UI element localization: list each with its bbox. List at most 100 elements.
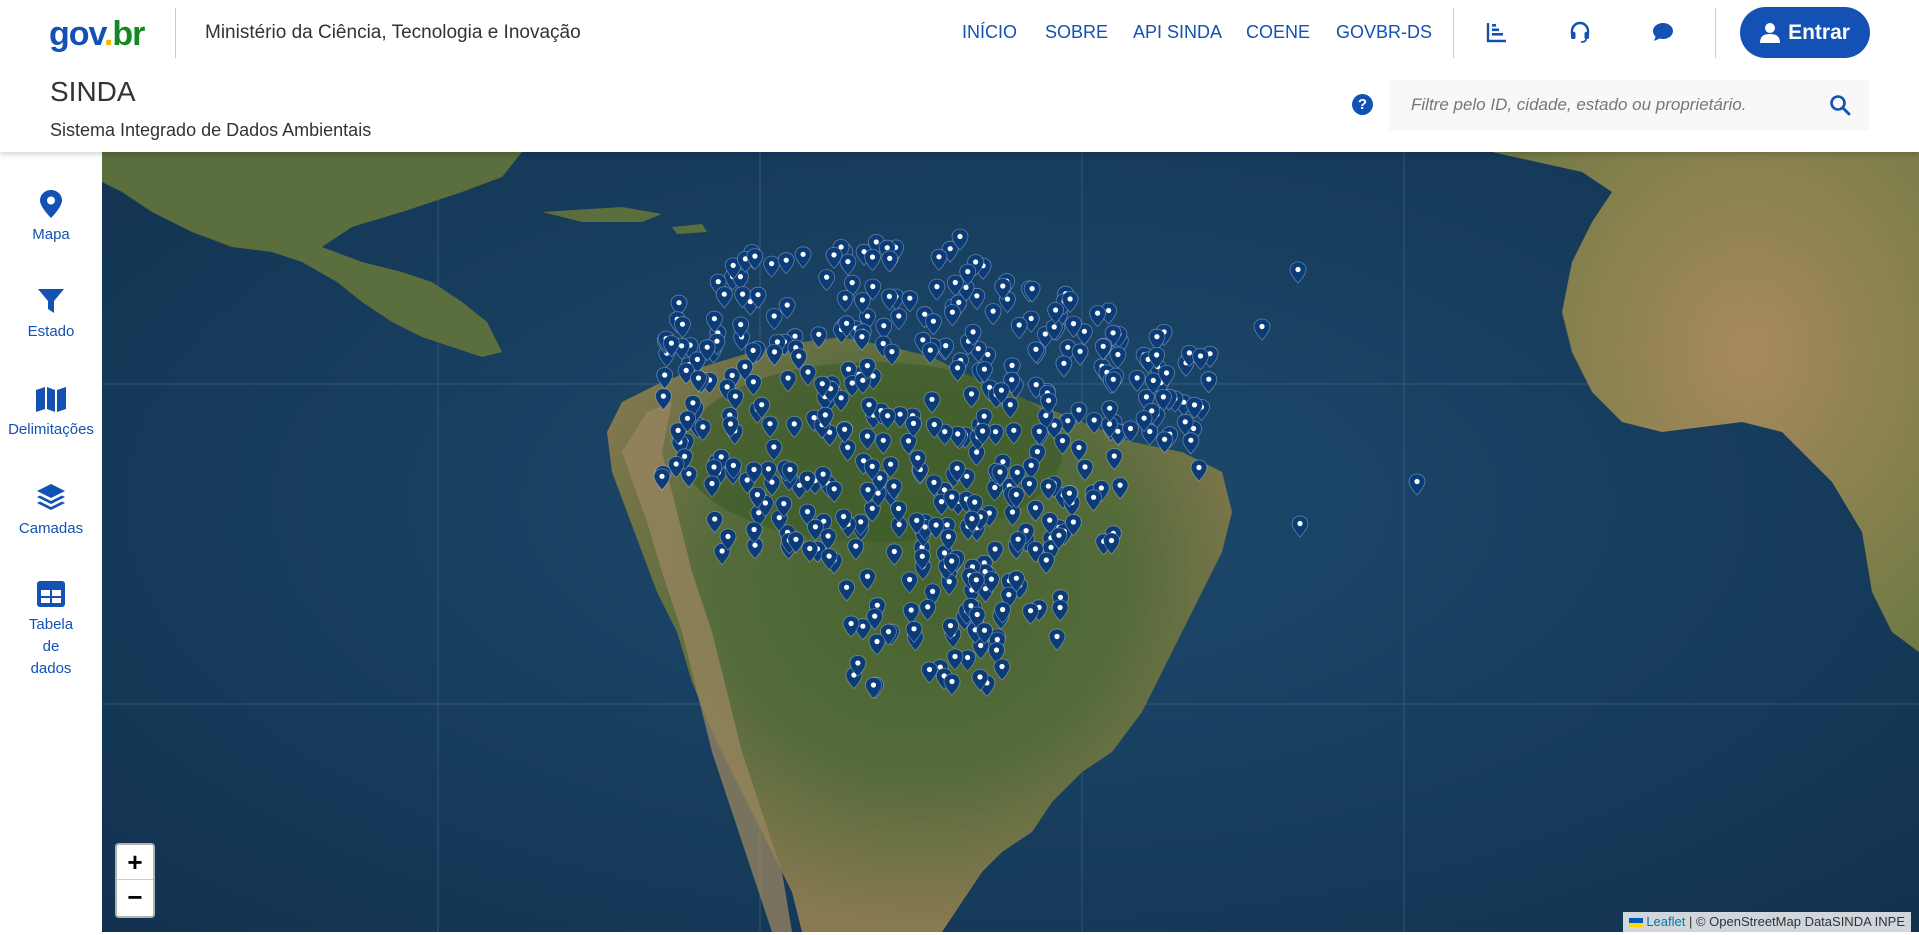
station-marker[interactable] bbox=[1089, 305, 1106, 328]
station-marker[interactable] bbox=[839, 253, 857, 276]
station-marker[interactable] bbox=[864, 249, 881, 272]
station-marker[interactable] bbox=[984, 303, 1002, 326]
station-marker[interactable] bbox=[842, 615, 860, 638]
help-icon[interactable]: ? bbox=[1352, 94, 1373, 115]
station-marker[interactable] bbox=[1291, 515, 1309, 538]
station-marker[interactable] bbox=[847, 538, 865, 561]
station-marker[interactable] bbox=[1004, 504, 1021, 527]
station-marker[interactable] bbox=[901, 290, 919, 313]
nav-coene[interactable]: COENE bbox=[1246, 22, 1310, 43]
station-marker[interactable] bbox=[763, 255, 780, 278]
station-marker[interactable] bbox=[925, 313, 942, 336]
station-marker[interactable] bbox=[885, 543, 903, 566]
station-marker[interactable] bbox=[766, 343, 783, 366]
station-marker[interactable] bbox=[1027, 499, 1044, 522]
station-marker[interactable] bbox=[859, 428, 876, 451]
station-marker[interactable] bbox=[1182, 432, 1200, 455]
station-marker[interactable] bbox=[680, 465, 698, 488]
station-marker[interactable] bbox=[921, 342, 939, 365]
chat-icon[interactable] bbox=[1651, 20, 1675, 44]
station-marker[interactable] bbox=[879, 407, 896, 430]
station-marker[interactable] bbox=[946, 648, 964, 671]
station-marker[interactable] bbox=[859, 568, 876, 591]
station-marker[interactable] bbox=[761, 415, 779, 438]
station-marker[interactable] bbox=[653, 468, 671, 491]
station-marker[interactable] bbox=[1022, 602, 1039, 625]
station-marker[interactable] bbox=[921, 661, 938, 684]
station-marker[interactable] bbox=[810, 326, 828, 349]
station-marker[interactable] bbox=[853, 328, 871, 351]
station-marker[interactable] bbox=[1289, 261, 1307, 284]
station-marker[interactable] bbox=[765, 308, 783, 331]
station-marker[interactable] bbox=[785, 415, 803, 438]
station-marker[interactable] bbox=[1071, 343, 1089, 366]
station-marker[interactable] bbox=[825, 247, 843, 269]
station-marker[interactable] bbox=[874, 432, 892, 455]
station-marker[interactable] bbox=[881, 250, 899, 273]
station-marker[interactable] bbox=[963, 385, 980, 408]
station-marker[interactable] bbox=[901, 571, 918, 594]
station-marker[interactable] bbox=[928, 278, 946, 301]
station-marker[interactable] bbox=[1094, 338, 1112, 361]
station-marker[interactable] bbox=[943, 673, 961, 696]
station-marker[interactable] bbox=[1076, 458, 1094, 481]
station-marker[interactable] bbox=[794, 246, 812, 269]
station-marker[interactable] bbox=[919, 598, 937, 621]
station-marker[interactable] bbox=[836, 421, 853, 444]
station-marker[interactable] bbox=[1010, 317, 1028, 340]
sidebar-item-mapa[interactable]: Mapa bbox=[0, 190, 102, 246]
station-marker[interactable] bbox=[1156, 431, 1173, 454]
station-marker[interactable] bbox=[777, 252, 795, 275]
chart-icon[interactable] bbox=[1485, 20, 1509, 44]
sidebar-item-camadas[interactable]: Camadas bbox=[0, 482, 102, 540]
station-marker[interactable] bbox=[1055, 355, 1073, 378]
station-marker[interactable] bbox=[706, 511, 724, 534]
station-marker[interactable] bbox=[1085, 489, 1102, 512]
map-view[interactable] bbox=[102, 152, 1919, 932]
station-marker[interactable] bbox=[1037, 552, 1055, 575]
station-marker[interactable] bbox=[655, 388, 672, 411]
station-marker[interactable] bbox=[1105, 448, 1123, 471]
station-marker[interactable] bbox=[1253, 318, 1271, 341]
station-marker[interactable] bbox=[1408, 473, 1426, 496]
station-marker[interactable] bbox=[868, 633, 886, 656]
station-marker[interactable] bbox=[1085, 412, 1103, 435]
search-input[interactable] bbox=[1389, 80, 1809, 130]
headset-icon[interactable] bbox=[1568, 20, 1592, 44]
station-marker[interactable] bbox=[1109, 346, 1127, 369]
station-marker[interactable] bbox=[674, 316, 691, 339]
leaflet-link[interactable]: Leaflet bbox=[1646, 914, 1685, 929]
sidebar-item-tabela[interactable]: Tabela de dados bbox=[0, 580, 102, 680]
station-marker[interactable] bbox=[703, 475, 721, 498]
station-marker[interactable] bbox=[1070, 439, 1088, 462]
station-marker[interactable] bbox=[779, 370, 797, 393]
station-marker[interactable] bbox=[902, 602, 920, 625]
station-marker[interactable] bbox=[923, 391, 941, 414]
station-marker[interactable] bbox=[944, 304, 961, 327]
sidebar-item-estado[interactable]: Estado bbox=[0, 287, 102, 343]
sidebar-item-delimitacoes[interactable]: Delimitações bbox=[0, 385, 102, 441]
nav-govbr-ds[interactable]: GOVBR-DS bbox=[1336, 22, 1432, 43]
station-marker[interactable] bbox=[1005, 422, 1023, 445]
zoom-in-button[interactable]: + bbox=[117, 845, 153, 880]
station-marker[interactable] bbox=[818, 269, 835, 292]
station-marker[interactable] bbox=[799, 364, 817, 387]
zoom-out-button[interactable]: − bbox=[117, 880, 153, 915]
station-marker[interactable] bbox=[765, 438, 783, 461]
station-marker[interactable] bbox=[993, 658, 1011, 681]
station-marker[interactable] bbox=[1128, 369, 1146, 392]
station-marker[interactable] bbox=[727, 388, 744, 411]
station-marker[interactable] bbox=[1022, 457, 1040, 480]
station-marker[interactable] bbox=[949, 359, 966, 382]
marker-layer[interactable] bbox=[102, 152, 1919, 932]
station-marker[interactable] bbox=[838, 579, 855, 602]
login-button[interactable]: Entrar bbox=[1740, 7, 1870, 58]
nav-api-sinda[interactable]: API SINDA bbox=[1133, 22, 1222, 43]
station-marker[interactable] bbox=[883, 343, 901, 366]
station-marker[interactable] bbox=[1192, 348, 1209, 371]
station-marker[interactable] bbox=[715, 286, 733, 309]
nav-inicio[interactable]: INÍCIO bbox=[962, 22, 1017, 43]
search-icon[interactable] bbox=[1829, 94, 1851, 116]
station-marker[interactable] bbox=[865, 677, 882, 700]
station-marker[interactable] bbox=[1054, 432, 1071, 455]
